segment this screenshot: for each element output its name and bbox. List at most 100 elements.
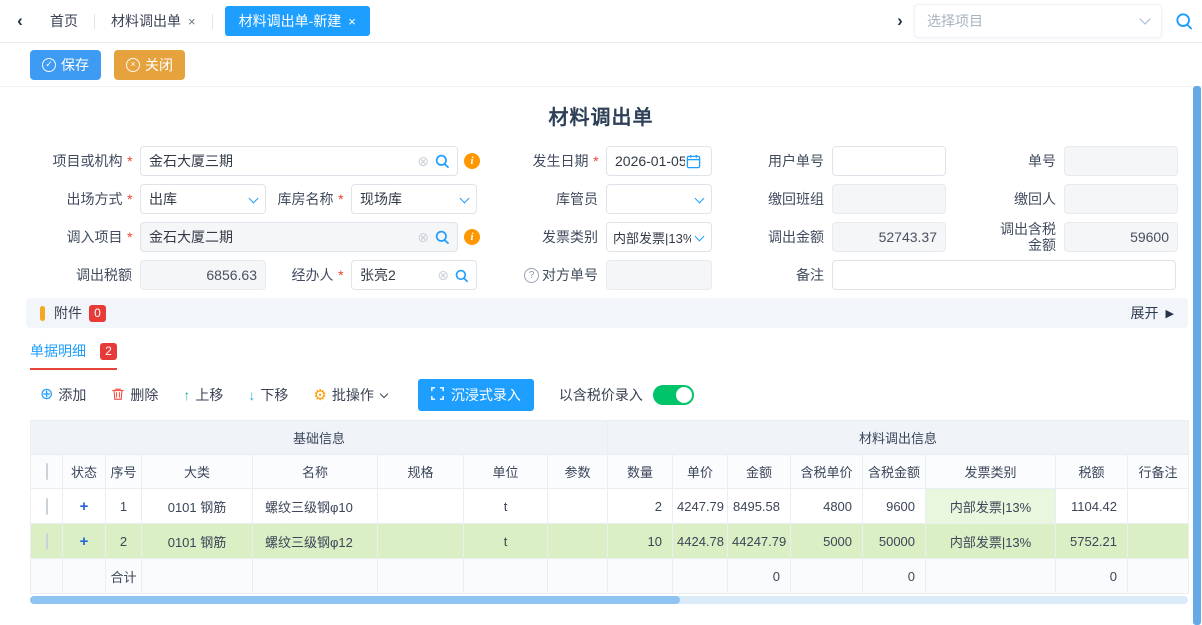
horizontal-scrollbar[interactable] [30, 596, 1188, 604]
question-circle-icon[interactable]: ? [524, 268, 539, 283]
tabs-back-icon[interactable]: ‹ [6, 11, 34, 31]
tab-material-out-new-active[interactable]: 材料调出单-新建 × [225, 6, 370, 36]
move-up-button[interactable]: ↑ 上移 [183, 385, 223, 405]
cell-category[interactable]: 0101 钢筋 [142, 524, 253, 559]
cell-status[interactable]: + [63, 524, 106, 559]
field-label-return-team: 缴回班组 [712, 189, 832, 209]
cell-spec[interactable] [378, 489, 464, 524]
in-project-lookup[interactable]: ⊗ [140, 222, 458, 252]
tab-separator [212, 14, 213, 29]
delete-row-button[interactable]: 删除 [111, 385, 158, 405]
tax-entry-toggle[interactable] [653, 385, 694, 405]
cell-unit[interactable]: t [464, 524, 548, 559]
in-project-input[interactable] [140, 222, 458, 252]
circle-plus-icon: ⊕ [40, 387, 53, 403]
warehouse-select[interactable] [351, 184, 477, 214]
plus-icon[interactable]: + [80, 498, 89, 515]
invoice-type-select[interactable] [606, 222, 712, 252]
cell-param[interactable] [548, 489, 608, 524]
cell-category[interactable]: 0101 钢筋 [142, 489, 253, 524]
clear-icon[interactable]: ⊗ [437, 268, 449, 282]
total-tax: 0 [1056, 559, 1128, 594]
add-row-button[interactable]: ⊕ 添加 [40, 385, 86, 405]
info-icon[interactable]: i [464, 229, 480, 245]
project-select[interactable]: 选择项目 [914, 4, 1162, 38]
checkbox-icon[interactable] [46, 533, 48, 550]
cell-amount[interactable]: 8495.58 [728, 489, 791, 524]
cell-tax[interactable]: 5752.21 [1056, 524, 1128, 559]
header-seq: 序号 [106, 455, 142, 489]
cell-unit[interactable]: t [464, 489, 548, 524]
vertical-scrollbar[interactable] [1193, 86, 1202, 625]
tab-material-out-list[interactable]: 材料调出单 × [95, 0, 212, 42]
header-status: 状态 [63, 455, 106, 489]
user-no-input[interactable] [832, 146, 946, 176]
checkbox-icon[interactable] [46, 498, 48, 515]
field-label-keeper: 库管员 [482, 189, 606, 209]
table-row-selected[interactable]: + 2 0101 钢筋 螺纹三级钢φ12 t 10 4424.78 44247.… [31, 524, 1189, 559]
warehouse-value[interactable] [351, 184, 477, 214]
exit-mode-select[interactable] [140, 184, 266, 214]
project-org-input[interactable] [140, 146, 458, 176]
cell-status[interactable]: + [63, 489, 106, 524]
tabs-forward-icon[interactable]: › [886, 11, 914, 31]
batch-label: 批操作 [332, 385, 374, 405]
project-org-lookup[interactable]: ⊗ [140, 146, 458, 176]
field-label-agent: 经办人* [266, 265, 351, 285]
cell-tax-amount[interactable]: 50000 [863, 524, 926, 559]
return-team-input [832, 184, 946, 214]
cell-amount[interactable]: 44247.79 [728, 524, 791, 559]
cell-tax[interactable]: 1104.42 [1056, 489, 1128, 524]
cell-name[interactable]: 螺纹三级钢φ10 [253, 489, 378, 524]
lookup-search-icon[interactable] [434, 153, 450, 169]
lookup-search-icon[interactable] [454, 268, 469, 283]
agent-lookup[interactable]: ⊗ [351, 260, 477, 290]
clear-icon[interactable]: ⊗ [417, 154, 429, 168]
cell-checkbox[interactable] [31, 489, 63, 524]
exit-mode-value[interactable] [140, 184, 266, 214]
cell-spec[interactable] [378, 524, 464, 559]
close-button[interactable]: × 关闭 [114, 50, 185, 80]
header-select-all[interactable] [31, 455, 63, 489]
cell-row-remark[interactable] [1128, 524, 1189, 559]
info-icon[interactable]: i [464, 153, 480, 169]
cell-price[interactable]: 4424.78 [673, 524, 728, 559]
cell-qty[interactable]: 2 [608, 489, 673, 524]
cell-tax-price[interactable]: 5000 [791, 524, 863, 559]
lookup-search-icon[interactable] [434, 229, 450, 245]
tab-detail[interactable]: 单据明细 2 [30, 341, 117, 370]
table-row[interactable]: + 1 0101 钢筋 螺纹三级钢φ10 t 2 4247.79 8495.58… [31, 489, 1189, 524]
cell-name[interactable]: 螺纹三级钢φ12 [253, 524, 378, 559]
save-button[interactable]: ✓ 保存 [30, 50, 101, 80]
expand-button[interactable]: 展开 ▶ [1131, 303, 1174, 323]
tab-home[interactable]: 首页 [34, 0, 94, 42]
vertical-scrollbar-thumb[interactable] [1193, 86, 1201, 625]
batch-operation-button[interactable]: ⚙ 批操作 [313, 385, 386, 405]
cell-empty [378, 559, 464, 594]
immersive-entry-button[interactable]: 沉浸式录入 [418, 379, 534, 411]
calendar-icon[interactable] [686, 154, 701, 169]
cell-tax-amount[interactable]: 9600 [863, 489, 926, 524]
cell-checkbox[interactable] [31, 524, 63, 559]
checkbox-icon[interactable] [46, 463, 48, 480]
cell-row-remark[interactable] [1128, 489, 1189, 524]
move-down-button[interactable]: ↓ 下移 [248, 385, 288, 405]
plus-icon[interactable]: + [80, 533, 89, 550]
cell-qty[interactable]: 10 [608, 524, 673, 559]
cell-empty [548, 559, 608, 594]
field-label-in-project: 调入项目* [30, 227, 140, 247]
cell-price[interactable]: 4247.79 [673, 489, 728, 524]
remark-input[interactable] [832, 260, 1176, 290]
keeper-select[interactable] [606, 184, 712, 214]
attachment-bar[interactable]: 附件 0 展开 ▶ [26, 298, 1188, 328]
cell-param[interactable] [548, 524, 608, 559]
clear-icon[interactable]: ⊗ [417, 230, 429, 244]
cell-invoice-type[interactable]: 内部发票|13% [926, 524, 1056, 559]
cell-tax-price[interactable]: 4800 [791, 489, 863, 524]
attachment-label: 附件 [54, 303, 82, 323]
horizontal-scrollbar-thumb[interactable] [30, 596, 680, 604]
cell-invoice-type[interactable]: 内部发票|13% [926, 489, 1056, 524]
close-tab-icon[interactable]: × [188, 14, 196, 29]
close-tab-icon[interactable]: × [348, 14, 356, 29]
search-icon[interactable] [1174, 11, 1194, 31]
